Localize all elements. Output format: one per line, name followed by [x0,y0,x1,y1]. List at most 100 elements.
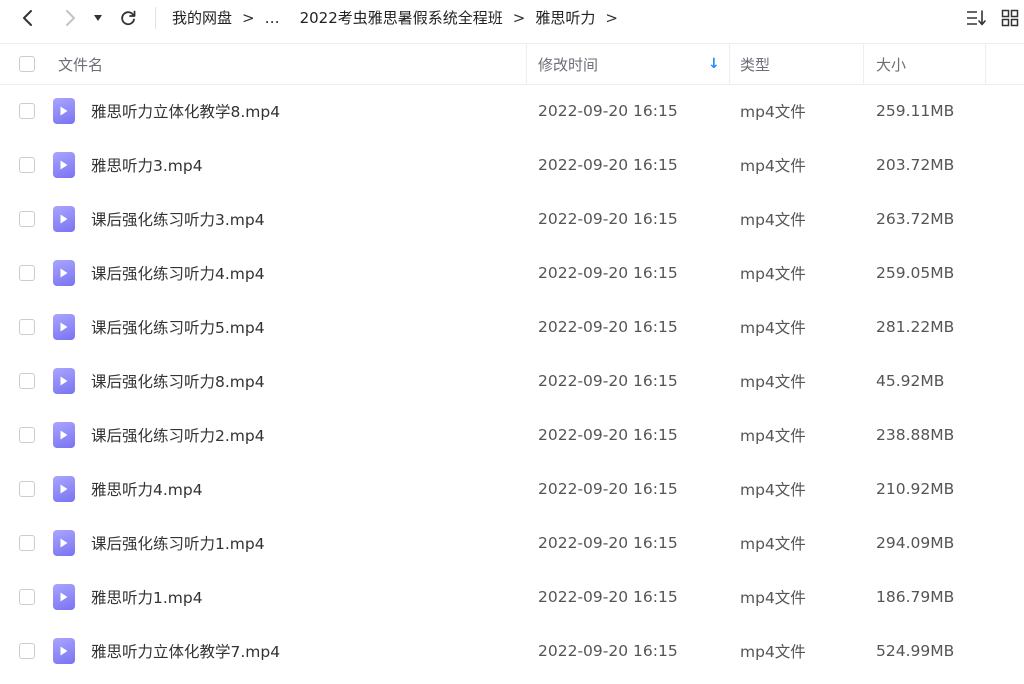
breadcrumb-item-root[interactable]: 我的网盘 [172,7,232,28]
breadcrumb-item-ellipsis[interactable]: … [265,9,280,27]
file-name[interactable]: 雅思听力立体化教学7.mp4 [91,624,280,678]
row-checkbox-cell [19,624,35,678]
file-name[interactable]: 雅思听力1.mp4 [91,570,203,624]
file-name[interactable]: 课后强化练习听力5.mp4 [91,300,265,354]
file-row[interactable]: 雅思听力立体化教学7.mp4 2022-09-20 16:15 mp4文件 52… [0,624,1024,678]
refresh-button[interactable] [114,4,142,32]
file-name[interactable]: 课后强化练习听力8.mp4 [91,354,265,408]
row-checkbox[interactable] [19,535,35,551]
file-icon-cell [53,84,75,138]
video-file-icon [53,152,75,178]
row-checkbox[interactable] [19,481,35,497]
sort-button[interactable] [962,4,990,32]
column-header-name[interactable]: 文件名 [58,44,103,84]
video-file-icon [53,422,75,448]
file-row[interactable]: 雅思听力立体化教学8.mp4 2022-09-20 16:15 mp4文件 25… [0,84,1024,138]
file-modified-time: 2022-09-20 16:15 [538,210,678,228]
file-name[interactable]: 课后强化练习听力3.mp4 [91,192,265,246]
file-icon-cell [53,624,75,678]
column-divider[interactable] [729,44,730,84]
breadcrumb: 我的网盘 > … 2022考虫雅思暑假系统全程班 > 雅思听力 > [172,0,628,35]
file-size: 203.72MB [876,156,955,174]
select-all-cell [19,44,35,84]
file-row[interactable]: 课后强化练习听力8.mp4 2022-09-20 16:15 mp4文件 45.… [0,354,1024,408]
file-icon-cell [53,192,75,246]
video-file-icon [53,584,75,610]
file-icon-cell [53,462,75,516]
file-row[interactable]: 课后强化练习听力4.mp4 2022-09-20 16:15 mp4文件 259… [0,246,1024,300]
file-list-header: 文件名 修改时间 ↓ 类型 大小 [0,43,1024,85]
file-type: mp4文件 [740,427,806,445]
file-row[interactable]: 课后强化练习听力2.mp4 2022-09-20 16:15 mp4文件 238… [0,408,1024,462]
file-name[interactable]: 雅思听力立体化教学8.mp4 [91,84,280,138]
column-divider[interactable] [526,44,527,84]
row-checkbox-cell [19,462,35,516]
breadcrumb-item-course[interactable]: 2022考虫雅思暑假系统全程班 [300,7,503,28]
sort-list-icon [967,10,986,26]
row-checkbox[interactable] [19,103,35,119]
file-type: mp4文件 [740,643,806,661]
file-row[interactable]: 雅思听力4.mp4 2022-09-20 16:15 mp4文件 210.92M… [0,462,1024,516]
row-checkbox[interactable] [19,211,35,227]
file-name[interactable]: 雅思听力4.mp4 [91,462,203,516]
row-checkbox[interactable] [19,319,35,335]
history-dropdown-button[interactable] [88,4,108,32]
row-checkbox-cell [19,192,35,246]
row-checkbox[interactable] [19,373,35,389]
file-row[interactable]: 课后强化练习听力1.mp4 2022-09-20 16:15 mp4文件 294… [0,516,1024,570]
row-checkbox[interactable] [19,589,35,605]
file-icon-cell [53,516,75,570]
column-header-size[interactable]: 大小 [876,44,906,84]
row-checkbox-cell [19,84,35,138]
row-checkbox-cell [19,408,35,462]
file-name[interactable]: 课后强化练习听力4.mp4 [91,246,265,300]
file-row[interactable]: 雅思听力3.mp4 2022-09-20 16:15 mp4文件 203.72M… [0,138,1024,192]
file-type: mp4文件 [740,319,806,337]
file-name[interactable]: 课后强化练习听力1.mp4 [91,516,265,570]
file-icon-cell [53,138,75,192]
row-checkbox[interactable] [19,643,35,659]
video-file-icon [53,314,75,340]
refresh-icon [121,10,136,26]
row-checkbox[interactable] [19,157,35,173]
video-file-icon [53,260,75,286]
column-divider[interactable] [863,44,864,84]
file-row[interactable]: 课后强化练习听力5.mp4 2022-09-20 16:15 mp4文件 281… [0,300,1024,354]
back-button[interactable] [14,4,42,32]
file-name[interactable]: 课后强化练习听力2.mp4 [91,408,265,462]
row-checkbox[interactable] [19,265,35,281]
grid-view-icon [1001,9,1019,27]
sort-descending-icon[interactable]: ↓ [708,44,720,84]
select-all-checkbox[interactable] [19,56,35,72]
forward-button[interactable] [56,4,84,32]
file-icon-cell [53,246,75,300]
view-controls [956,4,1024,32]
row-checkbox-cell [19,300,35,354]
forward-arrow-icon [66,10,75,26]
breadcrumb-item-current[interactable]: 雅思听力 [535,7,595,28]
breadcrumb-separator: > [512,8,526,27]
row-checkbox[interactable] [19,427,35,443]
file-modified-time: 2022-09-20 16:15 [538,588,678,606]
file-modified-time: 2022-09-20 16:15 [538,480,678,498]
file-name[interactable]: 雅思听力3.mp4 [91,138,203,192]
column-header-modified[interactable]: 修改时间 [538,44,598,84]
video-file-icon [53,368,75,394]
file-type: mp4文件 [740,211,806,229]
file-type: mp4文件 [740,589,806,607]
file-size: 186.79MB [876,588,955,606]
file-size: 210.92MB [876,480,955,498]
file-row[interactable]: 雅思听力1.mp4 2022-09-20 16:15 mp4文件 186.79M… [0,570,1024,624]
file-icon-cell [53,570,75,624]
file-row[interactable]: 课后强化练习听力3.mp4 2022-09-20 16:15 mp4文件 263… [0,192,1024,246]
grid-view-button[interactable] [996,4,1024,32]
file-size: 259.05MB [876,264,955,282]
column-header-type[interactable]: 类型 [740,44,770,84]
file-modified-time: 2022-09-20 16:15 [538,642,678,660]
file-type: mp4文件 [740,373,806,391]
file-modified-time: 2022-09-20 16:15 [538,318,678,336]
file-icon-cell [53,354,75,408]
column-divider[interactable] [985,44,986,84]
video-file-icon [53,530,75,556]
row-checkbox-cell [19,570,35,624]
